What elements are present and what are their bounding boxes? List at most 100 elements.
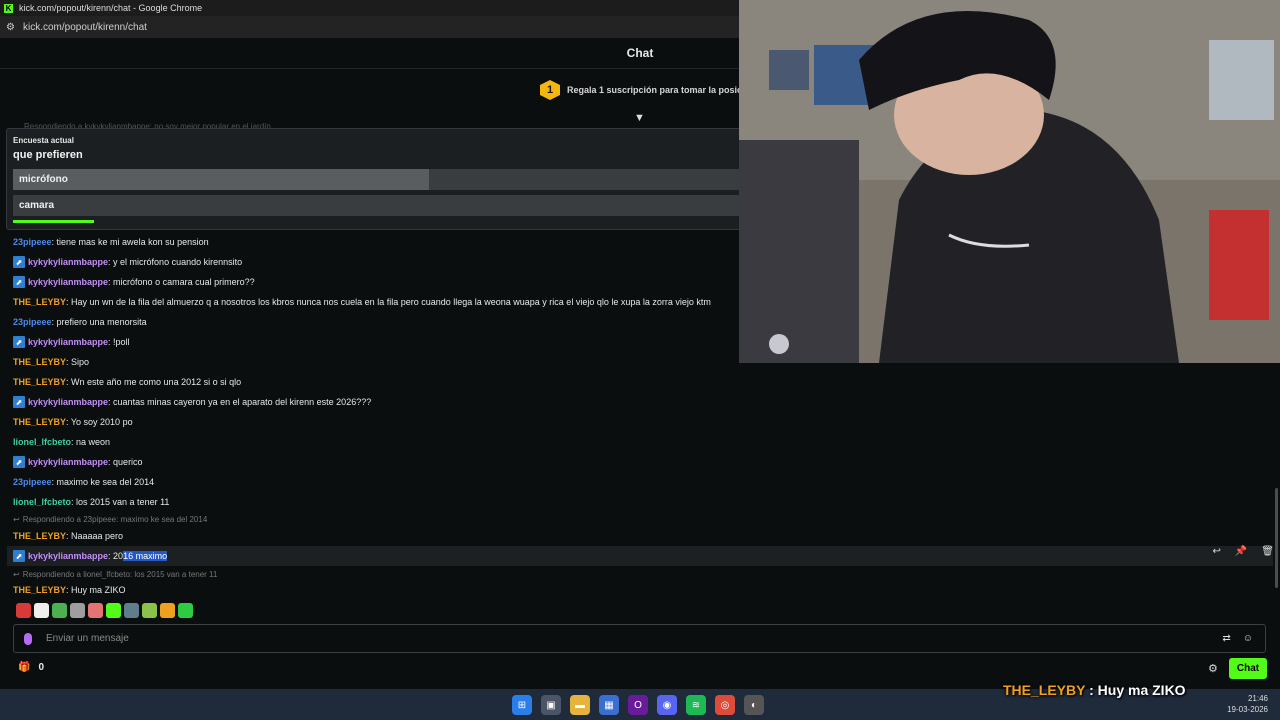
- chat-message[interactable]: THE_LEYBY: Sipo: [13, 352, 1273, 372]
- poll-option-microfono[interactable]: micrófono: [13, 169, 743, 190]
- chat-message-hovered[interactable]: ⬈ kykykylianmbappe : 20 16 maximo: [7, 546, 1273, 566]
- chat-message[interactable]: lionel_lfcbeto: na weon: [13, 432, 1273, 452]
- chrome-icon[interactable]: ◎: [715, 695, 735, 715]
- message-text: : micrófono o camara cual primero??: [108, 277, 255, 287]
- url-text[interactable]: kick.com/popout/kirenn/chat: [23, 22, 147, 33]
- emote-icon[interactable]: [70, 603, 85, 618]
- username[interactable]: THE_LEYBY: [13, 531, 66, 541]
- poll-timer-bar: [13, 220, 95, 223]
- username[interactable]: THE_LEYBY: [13, 417, 66, 427]
- username[interactable]: lionel_lfcbeto: [13, 497, 71, 507]
- message-text: : Sipo: [66, 357, 90, 367]
- chat-message[interactable]: THE_LEYBY: Hay un wn de la fila del almu…: [13, 292, 1273, 312]
- username[interactable]: kykykylianmbappe: [28, 551, 108, 561]
- chat-scrollbar[interactable]: [1275, 488, 1278, 588]
- verified-badge-icon: ⬈: [13, 396, 25, 408]
- username[interactable]: 23pipeee: [13, 477, 52, 487]
- username[interactable]: kykykylianmbappe: [28, 337, 108, 347]
- emote-icon[interactable]: [34, 603, 49, 618]
- username[interactable]: kykykylianmbappe: [28, 397, 108, 407]
- kick-logo-icon: K: [4, 3, 13, 13]
- spotify-icon[interactable]: ≋: [686, 695, 706, 715]
- chat-message[interactable]: ⬈ kykykylianmbappe: micrófono o camara cu…: [13, 272, 1273, 292]
- poll-option-fill: [13, 169, 430, 190]
- settings-gear-icon[interactable]: ⚙: [1208, 662, 1218, 675]
- poll-question: que prefieren: [13, 149, 83, 161]
- emote-icon[interactable]: [52, 603, 67, 618]
- username[interactable]: 23pipeee: [13, 237, 52, 247]
- reply-context[interactable]: ↩ Respondiendo a lionel_lfcbeto: los 2015…: [13, 568, 1273, 581]
- emoji-icon[interactable]: ☺: [1243, 633, 1253, 644]
- username[interactable]: kykykylianmbappe: [28, 257, 108, 267]
- poll-option-camara[interactable]: camara: [13, 195, 743, 216]
- gift-icon[interactable]: 🎁: [18, 662, 30, 673]
- poll-label: Encuesta actual: [13, 136, 74, 145]
- emote-icon[interactable]: [88, 603, 103, 618]
- system-clock[interactable]: 21:46 19-03-2026: [1227, 693, 1268, 715]
- message-text: : Wn este año me como una 2012 si o si q…: [66, 377, 242, 387]
- chat-message[interactable]: 23pipeee: prefiero una menorsita: [13, 312, 1273, 332]
- discord-icon[interactable]: ◉: [657, 695, 677, 715]
- mic-icon[interactable]: [24, 632, 32, 645]
- message-input-box[interactable]: ⇄ ☺: [13, 624, 1266, 653]
- chat-message[interactable]: lionel_lfcbeto: los 2015 van a tener 11: [13, 492, 1273, 512]
- emote-icon[interactable]: [124, 603, 139, 618]
- rank-badge-icon: 1: [540, 80, 560, 100]
- reply-arrow-icon: ↩: [13, 570, 20, 579]
- collapse-icon[interactable]: ▼: [634, 112, 645, 124]
- pin-icon[interactable]: 📌: [1235, 546, 1247, 557]
- username[interactable]: kykykylianmbappe: [28, 277, 108, 287]
- username[interactable]: THE_LEYBY: [13, 585, 66, 595]
- selected-text: 16 maximo: [123, 551, 168, 561]
- message-text: : !poll: [108, 337, 130, 347]
- chat-message[interactable]: ⬈ kykykylianmbappe: querico: [13, 452, 1273, 472]
- reply-icon[interactable]: ↩: [1212, 546, 1220, 557]
- chat-send-button[interactable]: Chat: [1229, 658, 1267, 679]
- emote-icon[interactable]: [160, 603, 175, 618]
- username[interactable]: 23pipeee: [13, 317, 52, 327]
- chat-message[interactable]: 23pipeee: tiene mas ke mi awela kon su p…: [13, 232, 1273, 252]
- message-input[interactable]: [46, 633, 1223, 644]
- chat-message[interactable]: THE_LEYBY: Yo soy 2010 po: [13, 412, 1273, 432]
- taskview-icon[interactable]: ▣: [541, 695, 561, 715]
- chat-message[interactable]: THE_LEYBY : Huy ma ZIKO: [13, 581, 1273, 598]
- username[interactable]: THE_LEYBY: [13, 357, 66, 367]
- message-text: : maximo ke sea del 2014: [51, 477, 155, 487]
- translate-icon[interactable]: ⇄: [1222, 633, 1230, 644]
- username[interactable]: THE_LEYBY: [13, 297, 66, 307]
- emote-icon[interactable]: [106, 603, 121, 618]
- current-poll: Encuesta actual que prefieren micrófono …: [6, 128, 746, 230]
- username[interactable]: THE_LEYBY: [13, 377, 66, 387]
- chat-message[interactable]: ⬈ kykykylianmbappe: y el micrófono cuando…: [13, 252, 1273, 272]
- chat-message[interactable]: ⬈ kykykylianmbappe: cuantas minas cayeron…: [13, 392, 1273, 412]
- emote-icon[interactable]: [16, 603, 31, 618]
- app-icon[interactable]: ◐: [744, 695, 764, 715]
- windows-start-icon[interactable]: ⊞: [512, 695, 532, 715]
- message-text: : na weon: [71, 437, 111, 447]
- username[interactable]: lionel_lfcbeto: [13, 437, 71, 447]
- clock-time: 21:46: [1247, 694, 1268, 703]
- file-explorer-icon[interactable]: ▬: [570, 695, 590, 715]
- reply-context[interactable]: ↩ Respondiendo a 23pipeee: maximo ke sea …: [13, 513, 1273, 526]
- gift-sub-text: Regala 1 suscripción para tomar la posic…: [567, 85, 764, 95]
- reply-arrow-icon: ↩: [13, 515, 20, 524]
- emote-icon[interactable]: [178, 603, 193, 618]
- chat-message[interactable]: THE_LEYBY: Wn este año me como una 2012 …: [13, 372, 1273, 392]
- stream-chat-overlay: THE_LEYBY : Huy ma ZIKO: [1003, 682, 1186, 698]
- site-settings-icon[interactable]: ⚙: [6, 22, 15, 33]
- chat-bottom-messages: ↩ Respondiendo a 23pipeee: maximo ke sea …: [7, 513, 1273, 598]
- delete-icon[interactable]: 🗑: [1261, 546, 1274, 557]
- message-text: : cuantas minas cayeron ya en el aparato…: [108, 397, 372, 407]
- opera-icon[interactable]: O: [628, 695, 648, 715]
- reply-context-text: Respondiendo a lionel_lfcbeto: los 2015 …: [22, 570, 218, 579]
- emote-icon[interactable]: [142, 603, 157, 618]
- chat-message[interactable]: ⬈ kykykylianmbappe: !poll: [13, 332, 1273, 352]
- username[interactable]: kykykylianmbappe: [28, 457, 108, 467]
- store-icon[interactable]: ▦: [599, 695, 619, 715]
- gift-sub-banner[interactable]: 1 Regala 1 suscripción para tomar la pos…: [540, 80, 763, 100]
- chat-message[interactable]: THE_LEYBY : Naaaaa pero: [13, 526, 1273, 546]
- window-title: kick.com/popout/kirenn/chat - Google Chr…: [19, 3, 203, 13]
- poll-option-label: micrófono: [19, 174, 68, 185]
- clock-date: 19-03-2026: [1227, 705, 1268, 714]
- chat-message[interactable]: 23pipeee: maximo ke sea del 2014: [13, 472, 1273, 492]
